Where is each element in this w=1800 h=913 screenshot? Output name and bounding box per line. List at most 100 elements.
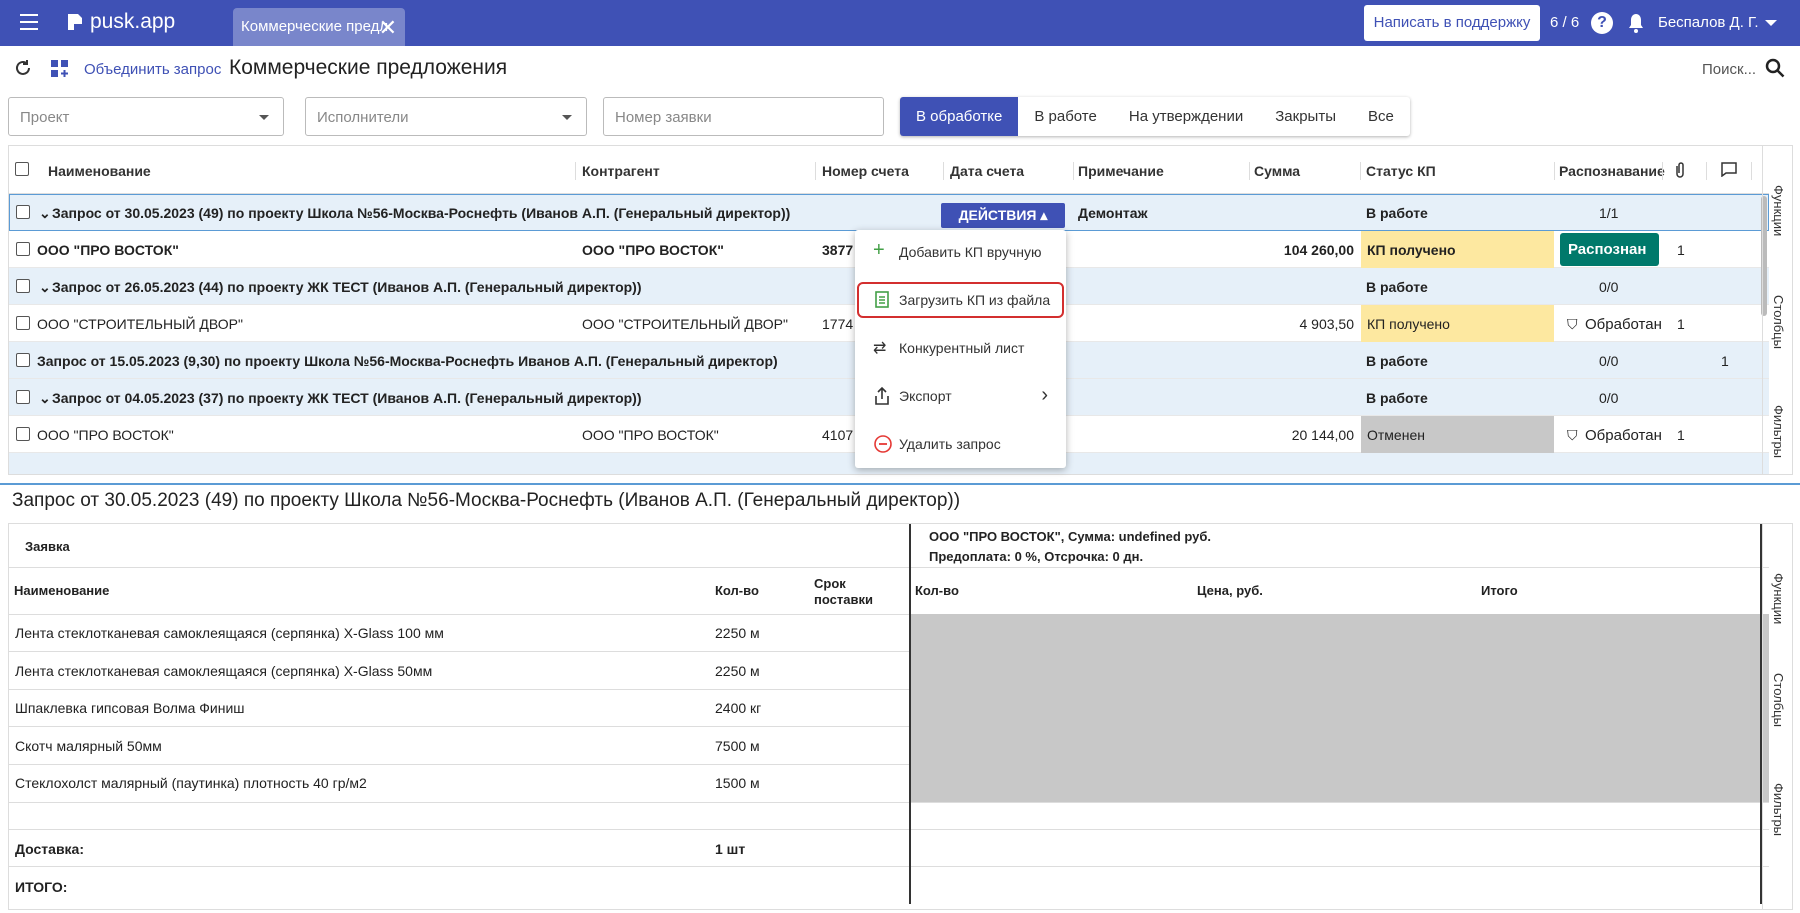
chevron-down-icon[interactable] bbox=[1765, 20, 1777, 26]
col-invoice-date[interactable]: Дата счета bbox=[950, 163, 1024, 179]
comments-count[interactable]: 1 bbox=[1721, 353, 1729, 369]
functions-tab[interactable]: Функции bbox=[1771, 573, 1786, 624]
item-qty: 2400 кг bbox=[715, 700, 762, 716]
compare-arrows-icon: ⇄ bbox=[873, 340, 887, 357]
detail-grid: Заявка ООО "ПРО ВОСТОК", Сумма: undefine… bbox=[8, 523, 1793, 910]
menu-item-label: Экспорт bbox=[899, 388, 952, 404]
detail-side-panel: Функции Столбцы Фильтры bbox=[1762, 523, 1793, 910]
plus-icon: + bbox=[873, 239, 885, 261]
col-recognition[interactable]: Распознавание bbox=[1559, 163, 1665, 179]
expand-chevron-icon[interactable]: ⌄ bbox=[39, 279, 51, 296]
attachments-count[interactable]: 1 bbox=[1677, 242, 1685, 258]
offer-values-area bbox=[911, 614, 1769, 802]
columns-tab[interactable]: Столбцы bbox=[1771, 673, 1786, 727]
col-contractor[interactable]: Контрагент bbox=[582, 163, 660, 179]
column-divider bbox=[909, 524, 911, 904]
row-checkbox[interactable] bbox=[16, 279, 30, 293]
counter: 6 / 6 bbox=[1550, 14, 1580, 31]
row-status: В работе bbox=[1366, 205, 1428, 221]
page-title: Коммерческие предложения bbox=[229, 56, 508, 79]
help-icon[interactable]: ? bbox=[1591, 12, 1613, 34]
item-qty: 2250 м bbox=[715, 663, 760, 679]
col-qty[interactable]: Кол-во bbox=[715, 583, 759, 598]
bell-icon[interactable] bbox=[1627, 12, 1645, 34]
row-name: Запрос от 30.05.2023 (49) по проекту Шко… bbox=[52, 205, 791, 221]
columns-tab[interactable]: Столбцы bbox=[1771, 295, 1786, 349]
executors-select[interactable]: Исполнители bbox=[305, 97, 587, 136]
row-checkbox[interactable] bbox=[16, 205, 30, 219]
col-status[interactable]: Статус КП bbox=[1366, 163, 1436, 179]
divider bbox=[0, 483, 1800, 485]
tab-on-approval[interactable]: На утверждении bbox=[1113, 97, 1259, 136]
logo[interactable]: pusk.app bbox=[66, 10, 175, 34]
logo-icon bbox=[68, 14, 82, 30]
status-cell: Отменен bbox=[1361, 416, 1554, 453]
attachments-count[interactable]: 1 bbox=[1677, 316, 1685, 332]
paperclip-icon bbox=[1676, 162, 1684, 178]
refresh-icon[interactable] bbox=[14, 59, 32, 77]
row-checkbox[interactable] bbox=[16, 390, 30, 404]
menu-item-export[interactable]: Экспорт › bbox=[855, 376, 1066, 416]
row-name: Запрос от 04.05.2023 (37) по проекту ЖК … bbox=[52, 390, 642, 406]
row-checkbox[interactable] bbox=[16, 242, 30, 256]
actions-button[interactable]: ДЕЙСТВИЯ ▴ bbox=[941, 203, 1065, 228]
top-bar: pusk.app Коммерческие предл ✕ Написать в… bbox=[0, 0, 1800, 46]
support-button[interactable]: Написать в поддержку bbox=[1364, 5, 1540, 41]
logo-text: pusk.app bbox=[90, 10, 176, 33]
functions-tab[interactable]: Функции bbox=[1771, 185, 1786, 236]
processed-label: Обработан bbox=[1585, 316, 1662, 333]
document-icon bbox=[875, 291, 889, 308]
chevron-down-icon bbox=[259, 115, 269, 120]
merge-icon[interactable] bbox=[50, 59, 70, 79]
merge-request-button[interactable]: Объединить запрос bbox=[84, 61, 221, 78]
order-number-input[interactable]: Номер заявки bbox=[603, 97, 884, 136]
menu-icon[interactable] bbox=[20, 14, 38, 30]
expand-chevron-icon[interactable]: ⌄ bbox=[39, 205, 51, 222]
col-note[interactable]: Примечание bbox=[1078, 163, 1164, 179]
recognized-button[interactable]: Распознан bbox=[1560, 233, 1659, 266]
expand-chevron-icon[interactable]: ⌄ bbox=[39, 390, 51, 407]
row-checkbox[interactable] bbox=[16, 427, 30, 441]
status-cell: КП получено bbox=[1361, 305, 1554, 342]
col-name[interactable]: Наименование bbox=[48, 163, 151, 179]
filters-tab[interactable]: Фильтры bbox=[1771, 783, 1786, 836]
user-name[interactable]: Беспалов Д. Г. bbox=[1658, 14, 1759, 31]
row-checkbox[interactable] bbox=[16, 316, 30, 330]
search-icon[interactable] bbox=[1765, 58, 1785, 78]
filters-tab[interactable]: Фильтры bbox=[1771, 405, 1786, 458]
supplier-line-2: Предоплата: 0 %, Отсрочка: 0 дн. bbox=[929, 549, 1144, 564]
col-invoice-number[interactable]: Номер счета bbox=[822, 163, 909, 179]
col-item-name[interactable]: Наименование bbox=[14, 583, 109, 598]
col-delivery-term[interactable]: Срок поставки bbox=[814, 576, 884, 608]
row-contractor: ООО "СТРОИТЕЛЬНЫЙ ДВОР" bbox=[582, 316, 788, 332]
actions-menu: + Добавить КП вручную Загрузить КП из фа… bbox=[855, 230, 1066, 468]
row-name: ООО "ПРО ВОСТОК" bbox=[37, 427, 174, 443]
tab-commercial-offers[interactable]: Коммерческие предл ✕ bbox=[233, 8, 405, 46]
menu-item-label: Добавить КП вручную bbox=[899, 244, 1042, 260]
tab-all[interactable]: Все bbox=[1352, 97, 1410, 136]
col-price[interactable]: Цена, руб. bbox=[1197, 583, 1263, 598]
recognized-label: Распознан bbox=[1568, 241, 1647, 258]
col-sum[interactable]: Сумма bbox=[1254, 163, 1300, 179]
grid-header: Наименование Контрагент Номер счета Дата… bbox=[9, 146, 1769, 194]
menu-item-upload-file[interactable]: Загрузить КП из файла bbox=[855, 280, 1066, 320]
attachments-count[interactable]: 1 bbox=[1677, 427, 1685, 443]
menu-item-add-manual[interactable]: + Добавить КП вручную bbox=[855, 232, 1066, 272]
group-row[interactable]: ⌄ Запрос от 30.05.2023 (49) по проекту Ш… bbox=[9, 194, 1769, 231]
select-all-checkbox[interactable] bbox=[15, 162, 29, 176]
row-sum: 20 144,00 bbox=[1291, 427, 1354, 443]
tab-closed[interactable]: Закрыты bbox=[1259, 97, 1352, 136]
menu-item-delete[interactable]: Удалить запрос bbox=[855, 424, 1066, 464]
request-label: Заявка bbox=[25, 539, 70, 554]
col-offer-qty[interactable]: Кол-во bbox=[915, 583, 959, 598]
search-input[interactable]: Поиск... bbox=[1702, 61, 1756, 78]
row-checkbox[interactable] bbox=[16, 353, 30, 367]
col-total[interactable]: Итого bbox=[1481, 583, 1518, 598]
tab-in-work[interactable]: В работе bbox=[1018, 97, 1113, 136]
row-recognition: 0/0 bbox=[1599, 390, 1619, 406]
project-select[interactable]: Проект bbox=[8, 97, 284, 136]
close-icon[interactable]: ✕ bbox=[379, 15, 397, 41]
menu-item-competitive-sheet[interactable]: ⇄ Конкурентный лист bbox=[855, 328, 1066, 368]
tab-in-processing[interactable]: В обработке bbox=[900, 97, 1019, 136]
item-qty: 1500 м bbox=[715, 775, 760, 791]
